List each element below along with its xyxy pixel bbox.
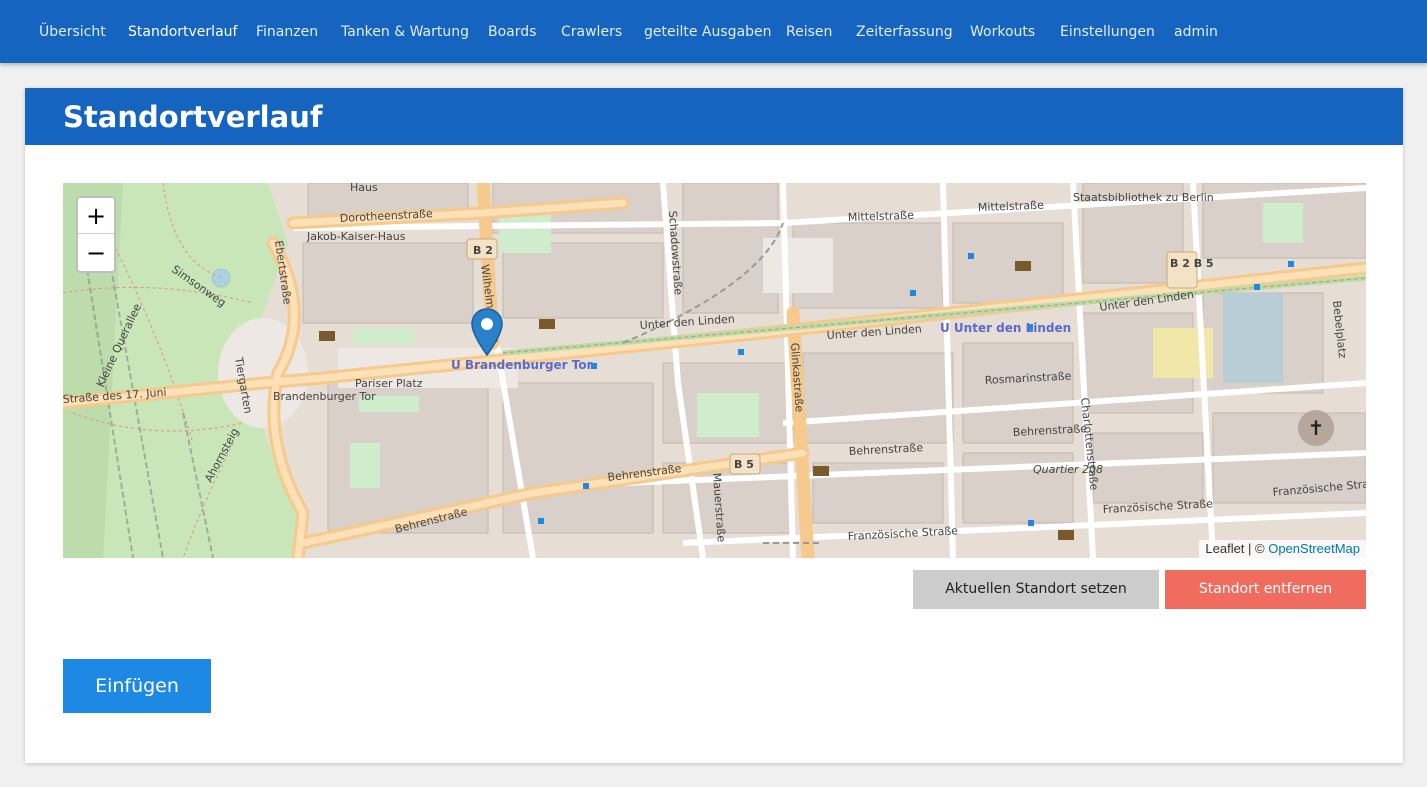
map-label-quartier-208: Quartier 208: [1033, 463, 1103, 476]
map-label-b5: B 5: [734, 458, 754, 471]
nav-item-uebersicht[interactable]: Übersicht: [39, 22, 106, 42]
nav-item-workouts[interactable]: Workouts: [970, 22, 1035, 42]
svg-text:✝: ✝: [1308, 416, 1325, 440]
top-navbar: Übersicht Standortverlauf Finanzen Tanke…: [0, 0, 1427, 63]
map-label-u-brandenburger-tor: U Brandenburger Tor: [451, 358, 593, 372]
zoom-out-button[interactable]: −: [78, 235, 114, 271]
map-pin-icon[interactable]: [471, 308, 503, 356]
nav-item-finanzen[interactable]: Finanzen: [256, 22, 318, 42]
map-tiles[interactable]: ✝ Haus Dorotheenstraße Jakob-Kaiser-Haus…: [63, 183, 1366, 558]
map-attribution: Leaflet | © OpenStreetMap: [1199, 540, 1366, 558]
nav-item-crawlers[interactable]: Crawlers: [561, 22, 622, 42]
map-label-mittelstrasse-1: Mittelstraße: [848, 209, 915, 224]
map-label-brandenburger-tor: Brandenburger Tor: [273, 390, 376, 403]
nav-item-geteilte-ausgaben[interactable]: geteilte Ausgaben: [644, 22, 772, 42]
card-header: Standortverlauf: [25, 88, 1403, 145]
insert-button[interactable]: Einfügen: [63, 659, 211, 713]
nav-item-zeiterfassung[interactable]: Zeiterfassung: [856, 22, 953, 42]
map-label-b2: B 2: [473, 244, 493, 257]
map-label-staatsbibliothek: Staatsbibliothek zu Berlin: [1073, 191, 1214, 204]
set-current-location-button[interactable]: Aktuellen Standort setzen: [913, 570, 1159, 609]
map-label-jakob-kaiser-haus: Jakob-Kaiser-Haus: [306, 230, 406, 243]
nav-item-tanken-wartung[interactable]: Tanken & Wartung: [341, 22, 469, 42]
map-label-u-unter-den-linden: U Unter den Linden: [940, 321, 1071, 335]
nav-item-reisen[interactable]: Reisen: [786, 22, 832, 42]
attribution-prefix: Leaflet | ©: [1205, 541, 1269, 556]
zoom-in-button[interactable]: +: [78, 198, 114, 234]
map-label-mittelstrasse-2: Mittelstraße: [978, 199, 1045, 214]
nav-item-boards[interactable]: Boards: [488, 22, 536, 42]
map-view[interactable]: ✝ Haus Dorotheenstraße Jakob-Kaiser-Haus…: [63, 183, 1366, 558]
map-label-pariser-platz: Pariser Platz: [355, 377, 423, 390]
remove-location-button[interactable]: Standort entfernen: [1165, 570, 1366, 609]
nav-item-standortverlauf[interactable]: Standortverlauf: [128, 22, 237, 42]
zoom-control: + −: [76, 196, 116, 273]
map-label-b2-b5: B 2 B 5: [1170, 257, 1214, 270]
openstreetmap-link[interactable]: OpenStreetMap: [1268, 541, 1360, 556]
map-label-haus: Haus: [350, 183, 378, 194]
nav-item-einstellungen[interactable]: Einstellungen: [1060, 22, 1155, 42]
nav-item-admin[interactable]: admin: [1174, 22, 1218, 42]
page-title: Standortverlauf: [63, 100, 323, 134]
